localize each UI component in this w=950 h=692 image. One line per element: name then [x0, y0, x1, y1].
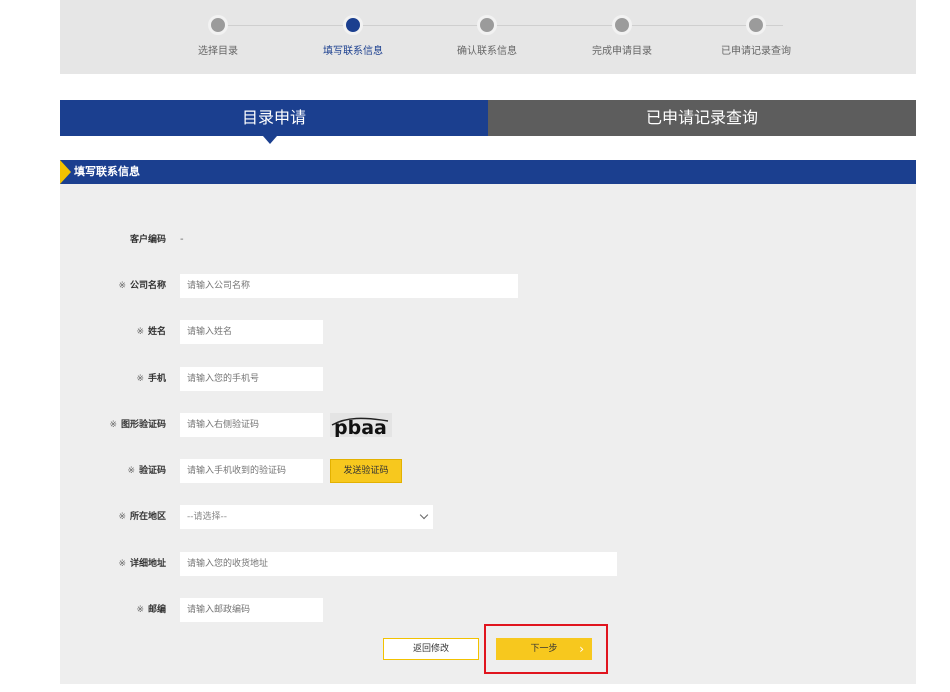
step-fill-contact: 填写联系信息 — [293, 15, 413, 57]
step-dot — [477, 15, 497, 35]
customer-code-label: 客户编码 — [129, 235, 166, 245]
step-label: 确认联系信息 — [457, 46, 517, 57]
customer-code-value: - — [180, 234, 184, 245]
captcha-graphic: pbaa — [330, 413, 392, 437]
next-button-highlight-box — [484, 624, 608, 674]
step-confirm-contact: 确认联系信息 — [427, 15, 547, 57]
svg-text:pbaa: pbaa — [334, 417, 387, 437]
row-zip: ※ 邮编 — [60, 598, 916, 622]
section-title: 填写联系信息 — [74, 165, 140, 178]
section-header: 填写联系信息 — [60, 160, 916, 184]
sms-code-input[interactable] — [180, 459, 323, 483]
name-label: ※ 姓名 — [136, 327, 166, 337]
row-sms-code: ※验证码 发送验证码 — [60, 459, 916, 483]
section-flag-icon — [60, 160, 71, 184]
step-dot — [746, 15, 766, 35]
step-dot-active — [343, 15, 363, 35]
captcha-image[interactable]: pbaa — [330, 413, 392, 437]
zip-input[interactable] — [180, 598, 323, 622]
company-input[interactable] — [180, 274, 518, 298]
send-code-button[interactable]: 发送验证码 — [330, 459, 402, 483]
chevron-down-icon — [419, 510, 429, 520]
tab-catalog-apply[interactable]: 目录申请 — [60, 100, 488, 136]
address-label: ※ 详细地址 — [118, 559, 166, 569]
row-region: ※ 所在地区 --请选择-- — [60, 505, 916, 529]
row-captcha: ※图形验证码 pbaa — [60, 413, 916, 437]
company-label: ※ 公司名称 — [118, 281, 166, 291]
region-selected-value: --请选择-- — [187, 512, 227, 522]
name-input[interactable] — [180, 320, 323, 344]
row-address: ※ 详细地址 — [60, 552, 916, 576]
active-tab-indicator — [263, 136, 277, 144]
zip-label: ※ 邮编 — [136, 605, 166, 615]
step-dot — [612, 15, 632, 35]
region-label: ※ 所在地区 — [118, 512, 166, 522]
step-history: 已申请记录查询 — [696, 15, 816, 57]
sms-code-label: ※ 验证码 — [127, 466, 166, 476]
progress-steps: 选择目录 填写联系信息 确认联系信息 完成申请目录 已申请记录查询 — [60, 0, 916, 74]
address-input[interactable] — [180, 552, 617, 576]
phone-input[interactable] — [180, 367, 323, 391]
step-label: 填写联系信息 — [323, 46, 383, 57]
back-edit-button[interactable]: 返回修改 — [383, 638, 479, 660]
step-label: 完成申请目录 — [592, 46, 652, 57]
contact-form: 客户编码 - ※公司名称 ※姓名 ※手机 ※图形验证码 pbaa ※验证码 发送… — [60, 184, 916, 684]
tab-apply-history[interactable]: 已申请记录查询 — [488, 100, 916, 136]
row-name: ※ 姓名 — [60, 320, 916, 344]
row-customer-code: 客户编码 - — [60, 228, 916, 252]
step-label: 已申请记录查询 — [721, 46, 791, 57]
row-company: ※ 公司名称 — [60, 274, 916, 298]
region-select[interactable]: --请选择-- — [180, 505, 433, 529]
step-dot — [208, 15, 228, 35]
step-complete: 完成申请目录 — [562, 15, 682, 57]
main-tabs: 目录申请 已申请记录查询 — [60, 100, 916, 136]
row-phone: ※ 手机 — [60, 367, 916, 391]
phone-label: ※ 手机 — [136, 374, 166, 384]
captcha-label: ※ 图形验证码 — [109, 420, 166, 430]
step-label: 选择目录 — [198, 46, 238, 57]
step-select-catalog: 选择目录 — [158, 15, 278, 57]
captcha-input[interactable] — [180, 413, 323, 437]
